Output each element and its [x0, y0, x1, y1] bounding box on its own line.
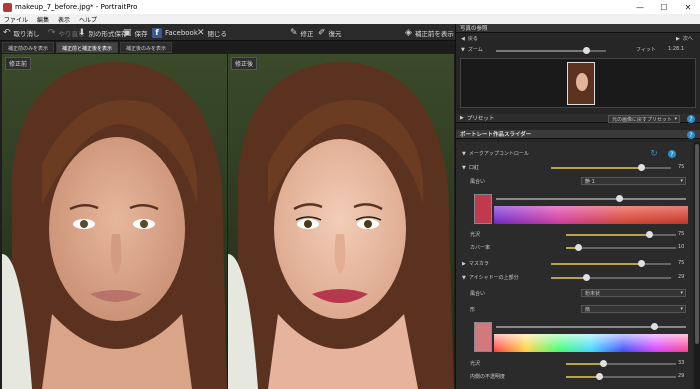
lipstick-slider[interactable]	[551, 164, 671, 171]
save-button[interactable]: ▣ 保存	[123, 26, 148, 39]
fix-button[interactable]: ✎ 修正	[290, 26, 314, 39]
eye-hue-slider[interactable]	[496, 323, 686, 330]
brush-icon: ✎	[290, 27, 298, 38]
next-arrow-icon: ▶	[676, 35, 680, 42]
eye-style-dropdown[interactable]: 粉末状	[581, 289, 686, 297]
maximize-button[interactable]: ☐	[652, 0, 676, 14]
lip-type-label: 風合い	[470, 179, 486, 185]
shine-slider[interactable]	[566, 360, 676, 367]
before-portrait-image	[2, 54, 227, 389]
next-button[interactable]: ▶ 次へ	[676, 35, 693, 43]
redo-icon: ↷	[48, 27, 56, 38]
sliders-section-header: ポートレート作品スライダー	[456, 130, 700, 139]
inner-opacity-label: 内側の不透明度	[470, 374, 506, 380]
close-window-button[interactable]: ✕	[676, 0, 700, 14]
before-label: 修正前	[5, 57, 32, 70]
menu-edit[interactable]: 編集	[37, 15, 49, 24]
save-as-icon: ⬇	[78, 27, 86, 38]
save-as-button[interactable]: ⬇ 別の形式保存	[78, 26, 128, 39]
after-portrait-image	[228, 54, 454, 389]
photo-section-header: 写真の参照	[456, 24, 700, 33]
toolbar: ↶ 取り消し ↷ やり直し ⬇ 別の形式保存 ▣ 保存 f Facebook ✕ 閉じる ✎…	[0, 24, 455, 41]
lipstick-label[interactable]: ▼ 口紅	[462, 164, 479, 172]
eye-color-picker[interactable]	[494, 334, 688, 352]
gloss-slider[interactable]	[566, 231, 676, 238]
show-before-button[interactable]: ◈ 補正前を表示	[405, 26, 454, 39]
save-icon: ▣	[123, 27, 132, 38]
back-button[interactable]: ◀ 戻る	[461, 35, 478, 43]
lip-type-dropdown[interactable]: 艶 1	[581, 177, 686, 185]
zoom-slider[interactable]	[496, 47, 606, 54]
after-photo[interactable]: 修正後	[228, 54, 454, 389]
eye-style-label: 風合い	[470, 291, 486, 297]
collapse-icon: ▼	[462, 274, 466, 281]
zoom-ratio: 1:28.1	[668, 46, 684, 52]
eye-shape-label: 形	[470, 307, 476, 313]
collapse-icon: ▼	[461, 46, 465, 53]
eyeliner-label[interactable]: ▼ アイシャドーの上部分	[462, 274, 519, 282]
menu-help[interactable]: ヘルプ	[79, 15, 97, 24]
back-arrow-icon: ◀	[461, 35, 465, 42]
shine-label: 光沢	[470, 361, 481, 367]
coverage-slider[interactable]	[566, 244, 676, 251]
mascara-label[interactable]: ▶ マスカラ	[462, 260, 489, 268]
scrollbar[interactable]	[694, 142, 700, 389]
eye-color-swatch[interactable]	[474, 322, 492, 352]
minimize-button[interactable]: —	[628, 0, 652, 14]
inner-opacity-slider[interactable]	[566, 373, 676, 380]
close-icon: ✕	[197, 27, 205, 38]
control-panel: 写真の参照 ◀ 戻る ▶ 次へ ▼ ズーム フィット 1:28.1 ▶ プリセット 元の…	[455, 24, 700, 389]
tab-before-after[interactable]: 補正前と補正後を表示	[56, 42, 119, 53]
sliders-help-icon[interactable]: ?	[687, 131, 695, 139]
mascara-value: 75	[678, 260, 685, 266]
mascara-slider[interactable]	[551, 260, 671, 267]
eyeliner-value: 29	[678, 274, 685, 280]
eyeliner-slider[interactable]	[551, 274, 671, 281]
makeup-control-label: ▼ メークアップコントロール	[462, 150, 529, 158]
window-title: makeup_7_before.jpg* - PortraitPro	[15, 3, 138, 11]
restore-brush-icon: ✐	[318, 27, 326, 38]
lip-hue-slider[interactable]	[496, 195, 686, 202]
navigator[interactable]	[460, 58, 696, 108]
facebook-button[interactable]: f Facebook	[152, 26, 198, 39]
coverage-label: カバー率	[470, 245, 491, 251]
collapse-icon: ▼	[462, 164, 466, 171]
expand-icon: ▶	[460, 115, 464, 121]
preset-help-icon[interactable]: ?	[687, 115, 695, 123]
menu-file[interactable]: ファイル	[4, 15, 28, 24]
collapse-icon: ▼	[462, 150, 466, 157]
lip-color-swatch[interactable]	[474, 194, 492, 224]
layers-icon: ◈	[405, 27, 412, 38]
fit-button[interactable]: フィット	[636, 46, 656, 53]
view-tabs: 補正前のみを表示 補正前と補正後を表示 補正後のみを表示	[0, 42, 455, 53]
facebook-icon: f	[152, 27, 162, 38]
gloss-label: 光沢	[470, 232, 481, 238]
undo-button[interactable]: ↶ 取り消し	[3, 26, 40, 39]
expand-icon: ▶	[462, 260, 466, 267]
zoom-label: ▼ ズーム	[461, 46, 483, 54]
title-bar: makeup_7_before.jpg* - PortraitPro — ☐ ✕	[0, 0, 700, 14]
inner-opacity-value: 29	[678, 373, 685, 379]
eye-shape-dropdown[interactable]: 扇	[581, 305, 686, 313]
gloss-value: 75	[678, 231, 685, 237]
makeup-help-icon[interactable]: ?	[668, 150, 676, 158]
lip-color-picker[interactable]	[494, 206, 688, 224]
coverage-value: 10	[678, 244, 685, 250]
reset-icon[interactable]: ↻	[650, 149, 658, 159]
restore-button[interactable]: ✐ 復元	[318, 26, 342, 39]
after-label: 修正後	[231, 57, 258, 70]
lipstick-value: 75	[678, 164, 685, 170]
app-icon	[3, 2, 12, 12]
shine-value: 33	[678, 360, 685, 366]
preset-dropdown[interactable]: 元の画像に戻すプリセット	[608, 115, 680, 123]
close-button[interactable]: ✕ 閉じる	[197, 26, 227, 39]
undo-icon: ↶	[3, 27, 11, 38]
navigator-thumbnail	[567, 62, 595, 105]
before-photo[interactable]: 修正前	[2, 54, 227, 389]
tab-after-only[interactable]: 補正後のみを表示	[120, 42, 173, 53]
tab-before-only[interactable]: 補正前のみを表示	[2, 42, 55, 53]
menu-bar: ファイル 編集 表示 ヘルプ	[0, 14, 700, 24]
menu-view[interactable]: 表示	[58, 15, 70, 24]
